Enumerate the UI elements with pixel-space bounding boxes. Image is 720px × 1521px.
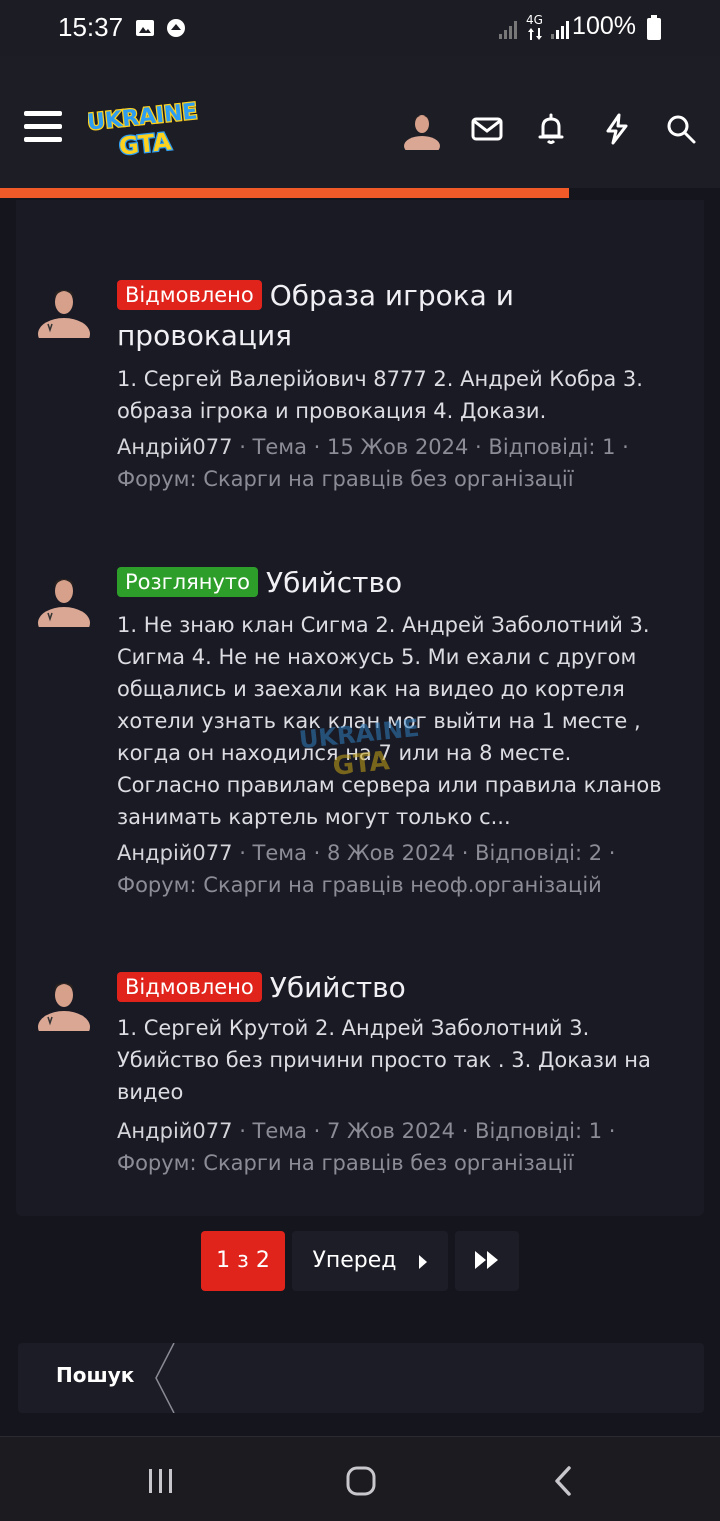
thread-meta: Андрій077 · Тема · 15 Жов 2024 · Відпові… [117, 431, 697, 495]
breadcrumb-separator [155, 1343, 175, 1413]
signal-weak-icon [499, 21, 517, 39]
network-type: 4G [526, 13, 543, 27]
home-icon[interactable] [345, 1465, 377, 1497]
author-name[interactable]: Андрій077 [117, 1119, 233, 1143]
thread-meta: Андрій077 · Тема · 7 Жов 2024 · Відповід… [117, 1115, 697, 1179]
search-results-card: Відмовлено Образа игрока и провокация 1. … [16, 200, 704, 1216]
search-icon[interactable] [664, 112, 698, 146]
system-nav-bar [0, 1436, 720, 1521]
current-page-button[interactable]: 1 з 2 [201, 1231, 285, 1291]
bell-icon[interactable] [534, 112, 568, 146]
next-page-label: Уперед [312, 1248, 397, 1273]
scroll-progress-fill [0, 188, 569, 198]
author-avatar[interactable] [34, 567, 94, 627]
fast-forward-icon [475, 1251, 498, 1269]
mail-icon[interactable] [470, 112, 504, 146]
author-avatar[interactable] [34, 971, 94, 1031]
scroll-progress [0, 188, 720, 200]
watermark-text-bottom: GTA [331, 746, 391, 782]
gallery-icon [136, 20, 154, 36]
battery-percent: 100% [572, 12, 636, 40]
status-badge: Відмовлено [117, 972, 262, 1002]
thread-meta: Андрій077 · Тема · 8 Жов 2024 · Відповід… [117, 837, 697, 901]
thread-title-text[interactable]: Убийство [266, 566, 402, 599]
logo-text-bottom: GTA [118, 127, 173, 158]
thread-title[interactable]: Розглянуто Убийство [117, 563, 677, 603]
breadcrumb: Пошук [18, 1343, 704, 1413]
watermark-logo: UKRAINE GTA [300, 714, 420, 782]
author-name[interactable]: Андрій077 [117, 435, 233, 459]
back-icon[interactable] [552, 1465, 574, 1497]
next-page-button[interactable]: Уперед [292, 1231, 448, 1291]
thread-snippet: 1. Сергей Крутой 2. Андрей Заболотний 3.… [117, 1016, 651, 1104]
thread-title[interactable]: Відмовлено Убийство [117, 968, 677, 1008]
data-arrows-icon [528, 28, 542, 40]
author-avatar[interactable] [34, 278, 94, 338]
status-bar: 15:37 4G 100% [0, 0, 720, 56]
status-badge: Відмовлено [117, 280, 262, 310]
breadcrumb-item-search[interactable]: Пошук [56, 1363, 134, 1387]
status-time: 15:37 [58, 12, 124, 42]
thread-title[interactable]: Відмовлено Образа игрока и провокация [117, 276, 677, 356]
recent-apps-icon[interactable] [146, 1467, 176, 1495]
status-badge: Розглянуто [117, 567, 259, 597]
last-page-button[interactable] [455, 1231, 519, 1291]
signal-icon [551, 21, 569, 39]
author-name[interactable]: Андрій077 [117, 841, 233, 865]
menu-icon[interactable] [24, 111, 62, 143]
navigation-app-icon [167, 19, 185, 37]
caret-right-icon [418, 1255, 427, 1269]
site-logo[interactable]: UKRAINE GTA [88, 98, 198, 158]
thread-title-text[interactable]: Убийство [270, 971, 406, 1004]
user-avatar[interactable] [400, 106, 444, 150]
thread-snippet: 1. Сергей Валерійович 8777 2. Андрей Коб… [117, 367, 643, 423]
battery-icon [647, 15, 661, 40]
lightning-icon[interactable] [600, 112, 634, 146]
